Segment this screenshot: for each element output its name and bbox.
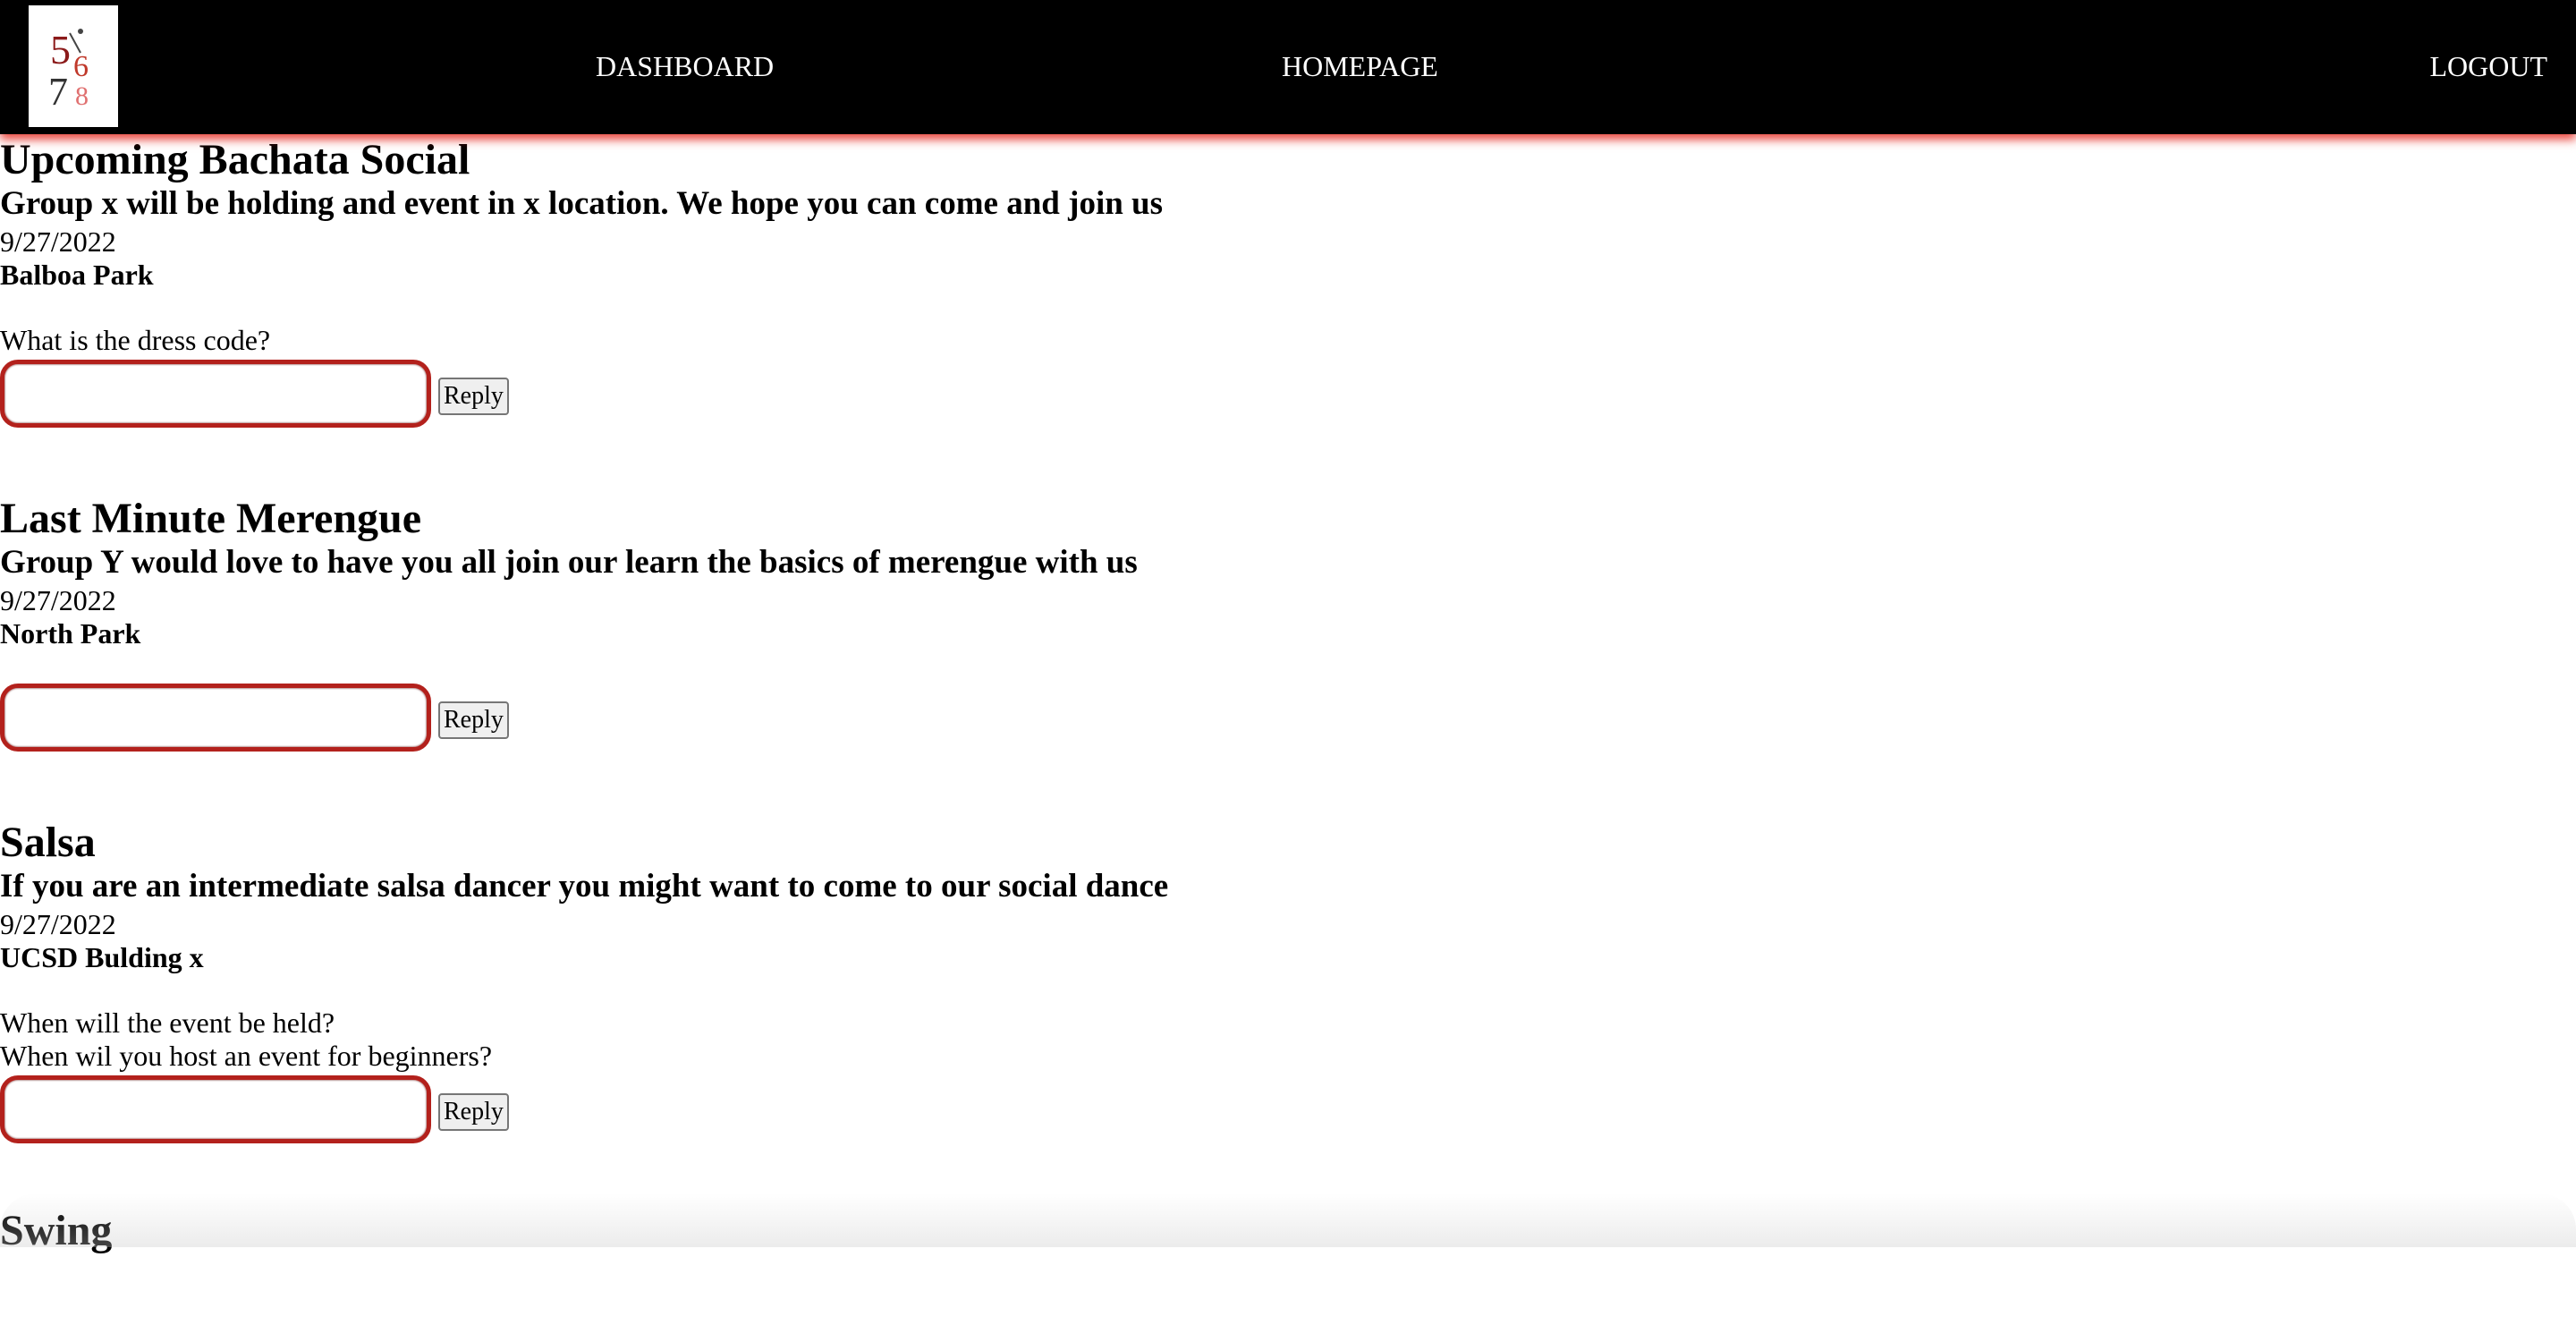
event-location: North Park <box>0 616 2576 650</box>
site-logo[interactable]: 5 6 7 8 <box>29 5 118 127</box>
event-location: UCSD Bulding x <box>0 940 2576 974</box>
top-navbar: 5 6 7 8 DASHBOARD HOMEPAGE LOGOUT <box>0 0 2576 134</box>
svg-text:6: 6 <box>73 50 89 83</box>
event-date: 9/27/2022 <box>0 225 2576 258</box>
reply-form: Reply <box>0 1074 2576 1144</box>
reply-input[interactable] <box>0 1075 431 1143</box>
comment-list: When will the event be held? When wil yo… <box>0 1006 2576 1073</box>
nav-logout-link[interactable]: LOGOUT <box>2429 45 2547 88</box>
comment-text: When will the event be held? <box>0 1006 2576 1040</box>
reply-input[interactable] <box>0 360 431 428</box>
event-description: Group x will be holding and event in x l… <box>0 183 2576 225</box>
comment-list: What is the dress code? <box>0 324 2576 357</box>
nav-dashboard-link[interactable]: DASHBOARD <box>596 45 774 88</box>
svg-text:8: 8 <box>75 81 89 111</box>
nav-homepage-link[interactable]: HOMEPAGE <box>1282 45 1438 88</box>
event-date: 9/27/2022 <box>0 584 2576 616</box>
event-description: Group Y would love to have you all join … <box>0 541 2576 584</box>
svg-text:5: 5 <box>50 27 71 72</box>
event-title: Last Minute Merengue <box>0 497 2576 541</box>
reply-input[interactable] <box>0 684 431 752</box>
svg-text:7: 7 <box>48 70 68 114</box>
events-list: Upcoming Bachata Social Group x will be … <box>0 138 2576 1325</box>
event-title: Salsa <box>0 820 2576 865</box>
comment-text: When wil you host an event for beginners… <box>0 1040 2576 1073</box>
reply-form: Reply <box>0 683 2576 752</box>
event-card: Last Minute Merengue Group Y would love … <box>0 497 2576 752</box>
event-card: Upcoming Bachata Social Group x will be … <box>0 138 2576 429</box>
reply-button[interactable]: Reply <box>438 378 509 415</box>
comment-text: What is the dress code? <box>0 324 2576 357</box>
event-card: Salsa If you are an intermediate salsa d… <box>0 820 2576 1144</box>
event-title: Upcoming Bachata Social <box>0 138 2576 183</box>
reply-form: Reply <box>0 359 2576 429</box>
logo-5678-icon: 5 6 7 8 <box>45 17 102 115</box>
reply-button[interactable]: Reply <box>438 1093 509 1131</box>
event-description: If you are an intermediate salsa dancer … <box>0 865 2576 908</box>
reply-button[interactable]: Reply <box>438 701 509 739</box>
event-location: Balboa Park <box>0 258 2576 292</box>
event-date: 9/27/2022 <box>0 908 2576 940</box>
